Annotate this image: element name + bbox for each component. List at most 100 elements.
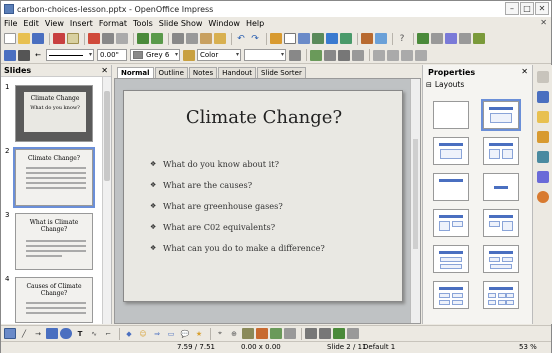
line-tool-icon[interactable]: ╱ bbox=[18, 328, 30, 339]
display-views-icon[interactable] bbox=[417, 33, 429, 44]
new-document-icon[interactable] bbox=[4, 33, 16, 44]
group-icon[interactable] bbox=[387, 49, 399, 61]
paste-icon[interactable] bbox=[200, 33, 212, 44]
slide-canvas[interactable]: Climate Change? ❖ What do you know about … bbox=[114, 78, 421, 324]
layout-blank[interactable] bbox=[433, 101, 469, 129]
from-file-icon[interactable] bbox=[256, 328, 268, 339]
cut-icon[interactable] bbox=[172, 33, 184, 44]
movie-icon[interactable] bbox=[312, 33, 324, 44]
image-icon[interactable] bbox=[298, 33, 310, 44]
shadow-icon[interactable] bbox=[289, 49, 301, 61]
open-folder-icon[interactable] bbox=[18, 33, 30, 44]
spellcheck-icon[interactable] bbox=[137, 33, 149, 44]
slide-thumbnail-1[interactable]: 1 Climate Change What do you know? bbox=[1, 83, 101, 143]
sidebar-menu-icon[interactable] bbox=[537, 71, 549, 83]
enter-group-icon[interactable] bbox=[401, 49, 413, 61]
redo-icon[interactable]: ↷ bbox=[249, 33, 261, 44]
area-fill-select[interactable]: ▾ bbox=[244, 49, 286, 61]
tab-handout[interactable]: Handout bbox=[218, 67, 256, 78]
close-document-icon[interactable]: ✕ bbox=[540, 18, 547, 27]
menu-insert[interactable]: Insert bbox=[70, 19, 93, 28]
curve-tool-icon[interactable]: ∿ bbox=[88, 328, 100, 339]
menu-view[interactable]: View bbox=[45, 19, 64, 28]
ungroup-icon[interactable] bbox=[373, 49, 385, 61]
print-preview-icon[interactable] bbox=[116, 33, 128, 44]
menu-help[interactable]: Help bbox=[246, 19, 264, 28]
navigator-tab-icon[interactable] bbox=[537, 191, 549, 203]
menu-slide-show[interactable]: Slide Show bbox=[159, 19, 203, 28]
fontwork-icon[interactable] bbox=[326, 33, 338, 44]
slide-thumbnail-2[interactable]: 2 Climate Change? bbox=[1, 147, 101, 208]
autospellcheck-icon[interactable] bbox=[151, 33, 163, 44]
line-color-select[interactable]: Grey 6 ▾ bbox=[130, 49, 180, 61]
select-arrow-icon[interactable] bbox=[4, 328, 16, 339]
layout-centered-text[interactable] bbox=[483, 173, 519, 201]
select-object-icon[interactable] bbox=[352, 49, 364, 61]
rotate-tool-icon[interactable] bbox=[284, 328, 296, 339]
slide-bullet-list[interactable]: ❖ What do you know about it? ❖ What are th… bbox=[150, 153, 325, 258]
master-view-icon[interactable] bbox=[431, 33, 443, 44]
tab-notes[interactable]: Notes bbox=[188, 67, 218, 78]
line-style-select[interactable]: ▾ bbox=[46, 49, 94, 61]
close-properties-icon[interactable]: ✕ bbox=[521, 67, 528, 76]
extrusion-icon[interactable] bbox=[333, 328, 345, 339]
slide-thumbnail-3[interactable]: 3 What is Climate Change? bbox=[1, 211, 101, 271]
slide-title[interactable]: Climate Change? bbox=[124, 107, 404, 128]
arrange-icon[interactable] bbox=[338, 49, 350, 61]
slide-show-icon[interactable] bbox=[361, 33, 373, 44]
flowchart-icon[interactable]: ▭ bbox=[165, 328, 177, 339]
layout-title-content-over[interactable] bbox=[483, 245, 519, 273]
area-style-select[interactable]: Color ▾ bbox=[197, 49, 241, 61]
help-icon[interactable]: ? bbox=[396, 33, 408, 44]
tab-slide-sorter[interactable]: Slide Sorter bbox=[257, 67, 306, 78]
ellipse-tool-icon[interactable] bbox=[60, 328, 72, 339]
undo-icon[interactable]: ↶ bbox=[235, 33, 247, 44]
layout-2content-over[interactable] bbox=[433, 245, 469, 273]
slides-pane-scrollbar[interactable] bbox=[102, 77, 111, 324]
minimize-button[interactable]: – bbox=[505, 2, 519, 15]
arrow-style-icon[interactable]: ← bbox=[32, 50, 44, 61]
line-icon[interactable] bbox=[18, 49, 30, 61]
hyperlink-icon[interactable] bbox=[340, 33, 352, 44]
layout-two-columns[interactable] bbox=[483, 137, 519, 165]
menu-file[interactable]: File bbox=[4, 19, 17, 28]
text-tool-icon[interactable]: T bbox=[74, 328, 86, 339]
exit-group-icon[interactable] bbox=[415, 49, 427, 61]
glue-points-icon[interactable]: ⊕ bbox=[228, 328, 240, 339]
clone-format-icon[interactable] bbox=[214, 33, 226, 44]
layout-title-only[interactable] bbox=[433, 173, 469, 201]
fontwork-gallery-icon[interactable] bbox=[242, 328, 254, 339]
table-icon[interactable] bbox=[284, 33, 296, 44]
styles-tab-icon[interactable] bbox=[537, 171, 549, 183]
menu-tools[interactable]: Tools bbox=[133, 19, 153, 28]
master-pages-tab-icon[interactable] bbox=[537, 111, 549, 123]
layout-title-content[interactable] bbox=[481, 99, 521, 131]
area-icon[interactable] bbox=[183, 49, 195, 61]
current-slide[interactable]: Climate Change? ❖ What do you know about … bbox=[123, 90, 403, 302]
close-button[interactable]: ✕ bbox=[535, 2, 549, 15]
save-icon[interactable] bbox=[32, 33, 44, 44]
properties-tab-icon[interactable] bbox=[537, 91, 549, 103]
toggle-icon[interactable] bbox=[347, 328, 359, 339]
line-width-field[interactable]: 0.00" bbox=[97, 49, 127, 61]
canvas-vertical-scrollbar[interactable] bbox=[410, 79, 420, 323]
menu-edit[interactable]: Edit bbox=[23, 19, 39, 28]
design-icon[interactable] bbox=[473, 33, 485, 44]
align-objects-icon[interactable] bbox=[305, 328, 317, 339]
menu-window[interactable]: Window bbox=[208, 19, 240, 28]
layout-content-2content[interactable] bbox=[483, 209, 519, 237]
layouts-section-header[interactable]: ⊟ Layouts bbox=[423, 79, 532, 90]
points-icon[interactable]: ⌖ bbox=[214, 328, 226, 339]
line-arrow-tool-icon[interactable]: → bbox=[32, 328, 44, 339]
gallery-icon[interactable] bbox=[270, 328, 282, 339]
rotate-icon[interactable] bbox=[310, 49, 322, 61]
block-arrows-icon[interactable]: ⇒ bbox=[151, 328, 163, 339]
slide-transition-tab-icon[interactable] bbox=[537, 151, 549, 163]
align-icon[interactable] bbox=[324, 49, 336, 61]
connector-tool-icon[interactable]: ⌐ bbox=[102, 328, 114, 339]
tab-normal[interactable]: Normal bbox=[117, 67, 154, 78]
menu-format[interactable]: Format bbox=[99, 19, 127, 28]
custom-animation-tab-icon[interactable] bbox=[537, 131, 549, 143]
close-pane-icon[interactable]: ✕ bbox=[101, 66, 108, 75]
layout-title-2content[interactable] bbox=[433, 209, 469, 237]
